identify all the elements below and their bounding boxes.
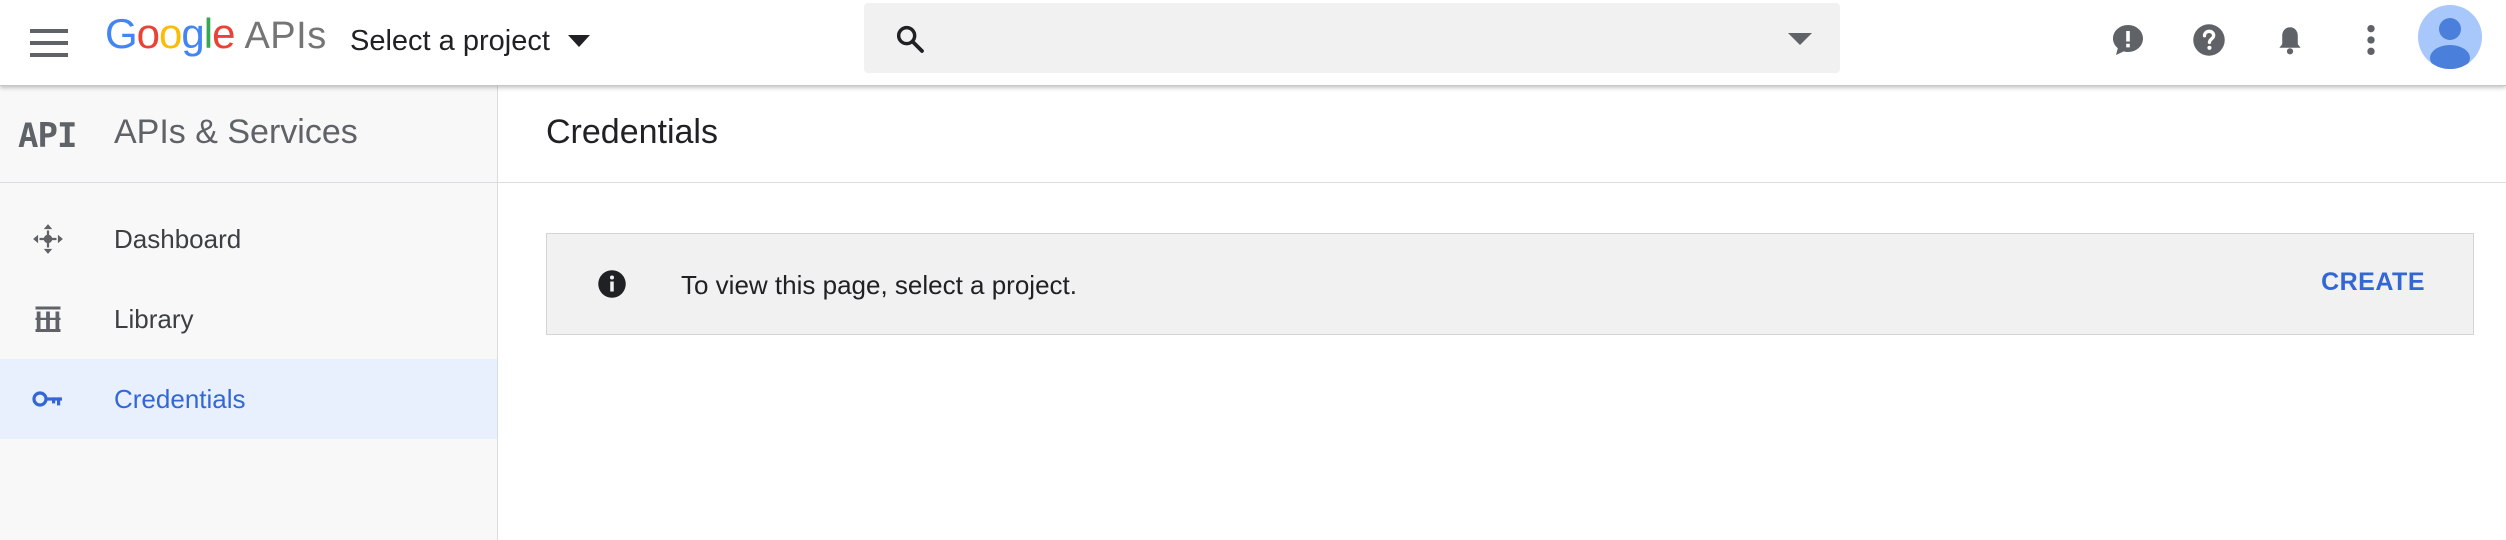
key-icon: [30, 381, 66, 417]
logo-apis-text: APIs: [244, 15, 327, 57]
help-icon[interactable]: [2187, 18, 2231, 62]
logo-letter: e: [212, 10, 235, 57]
banner-message: To view this page, select a project.: [681, 270, 1077, 300]
person-icon: [2430, 18, 2470, 69]
sidebar-header: API APIs & Services: [0, 86, 497, 183]
caret-down-icon: [567, 35, 590, 47]
google-apis-logo[interactable]: G o o g l e APIs: [105, 10, 327, 60]
project-selector[interactable]: Select a project: [350, 18, 590, 64]
menu-icon[interactable]: [28, 22, 70, 64]
logo-letter: o: [136, 10, 160, 57]
page-title: Credentials: [546, 113, 718, 151]
logo-letter: g: [181, 10, 204, 57]
feedback-icon[interactable]: [2106, 18, 2150, 62]
sidebar-item-library[interactable]: Library: [0, 279, 497, 359]
api-logo-icon: API: [18, 116, 77, 156]
search-input[interactable]: [942, 17, 1722, 59]
sidebar-item-label: Credentials: [114, 384, 246, 414]
logo-letter: l: [203, 10, 213, 57]
more-vert-icon[interactable]: [2349, 18, 2393, 62]
logo-letter: G: [105, 10, 138, 57]
info-banner: To view this page, select a project. CRE…: [546, 233, 2474, 335]
create-project-button[interactable]: CREATE: [2321, 268, 2425, 297]
top-app-bar: G o o g l e APIs Select a project: [0, 0, 2506, 86]
account-avatar[interactable]: [2418, 5, 2482, 69]
project-selector-label: Select a project: [350, 24, 550, 57]
logo-letter: o: [159, 10, 182, 57]
sidebar-item-credentials[interactable]: Credentials: [0, 359, 497, 439]
library-icon: [30, 301, 66, 337]
sidebar-title: APIs & Services: [114, 113, 358, 151]
search-bar[interactable]: [864, 3, 1840, 73]
sidebar-item-dashboard[interactable]: Dashboard: [0, 199, 497, 279]
search-dropdown-icon[interactable]: [1788, 33, 1812, 45]
search-icon: [896, 25, 924, 53]
notifications-icon[interactable]: [2268, 18, 2312, 62]
info-icon: [598, 270, 626, 298]
sidebar: API APIs & Services Dashboard Library Cr…: [0, 86, 498, 540]
dashboard-icon: [30, 221, 66, 257]
page-header: Credentials: [498, 86, 2506, 183]
sidebar-item-label: Dashboard: [114, 224, 242, 254]
sidebar-item-label: Library: [114, 304, 194, 334]
